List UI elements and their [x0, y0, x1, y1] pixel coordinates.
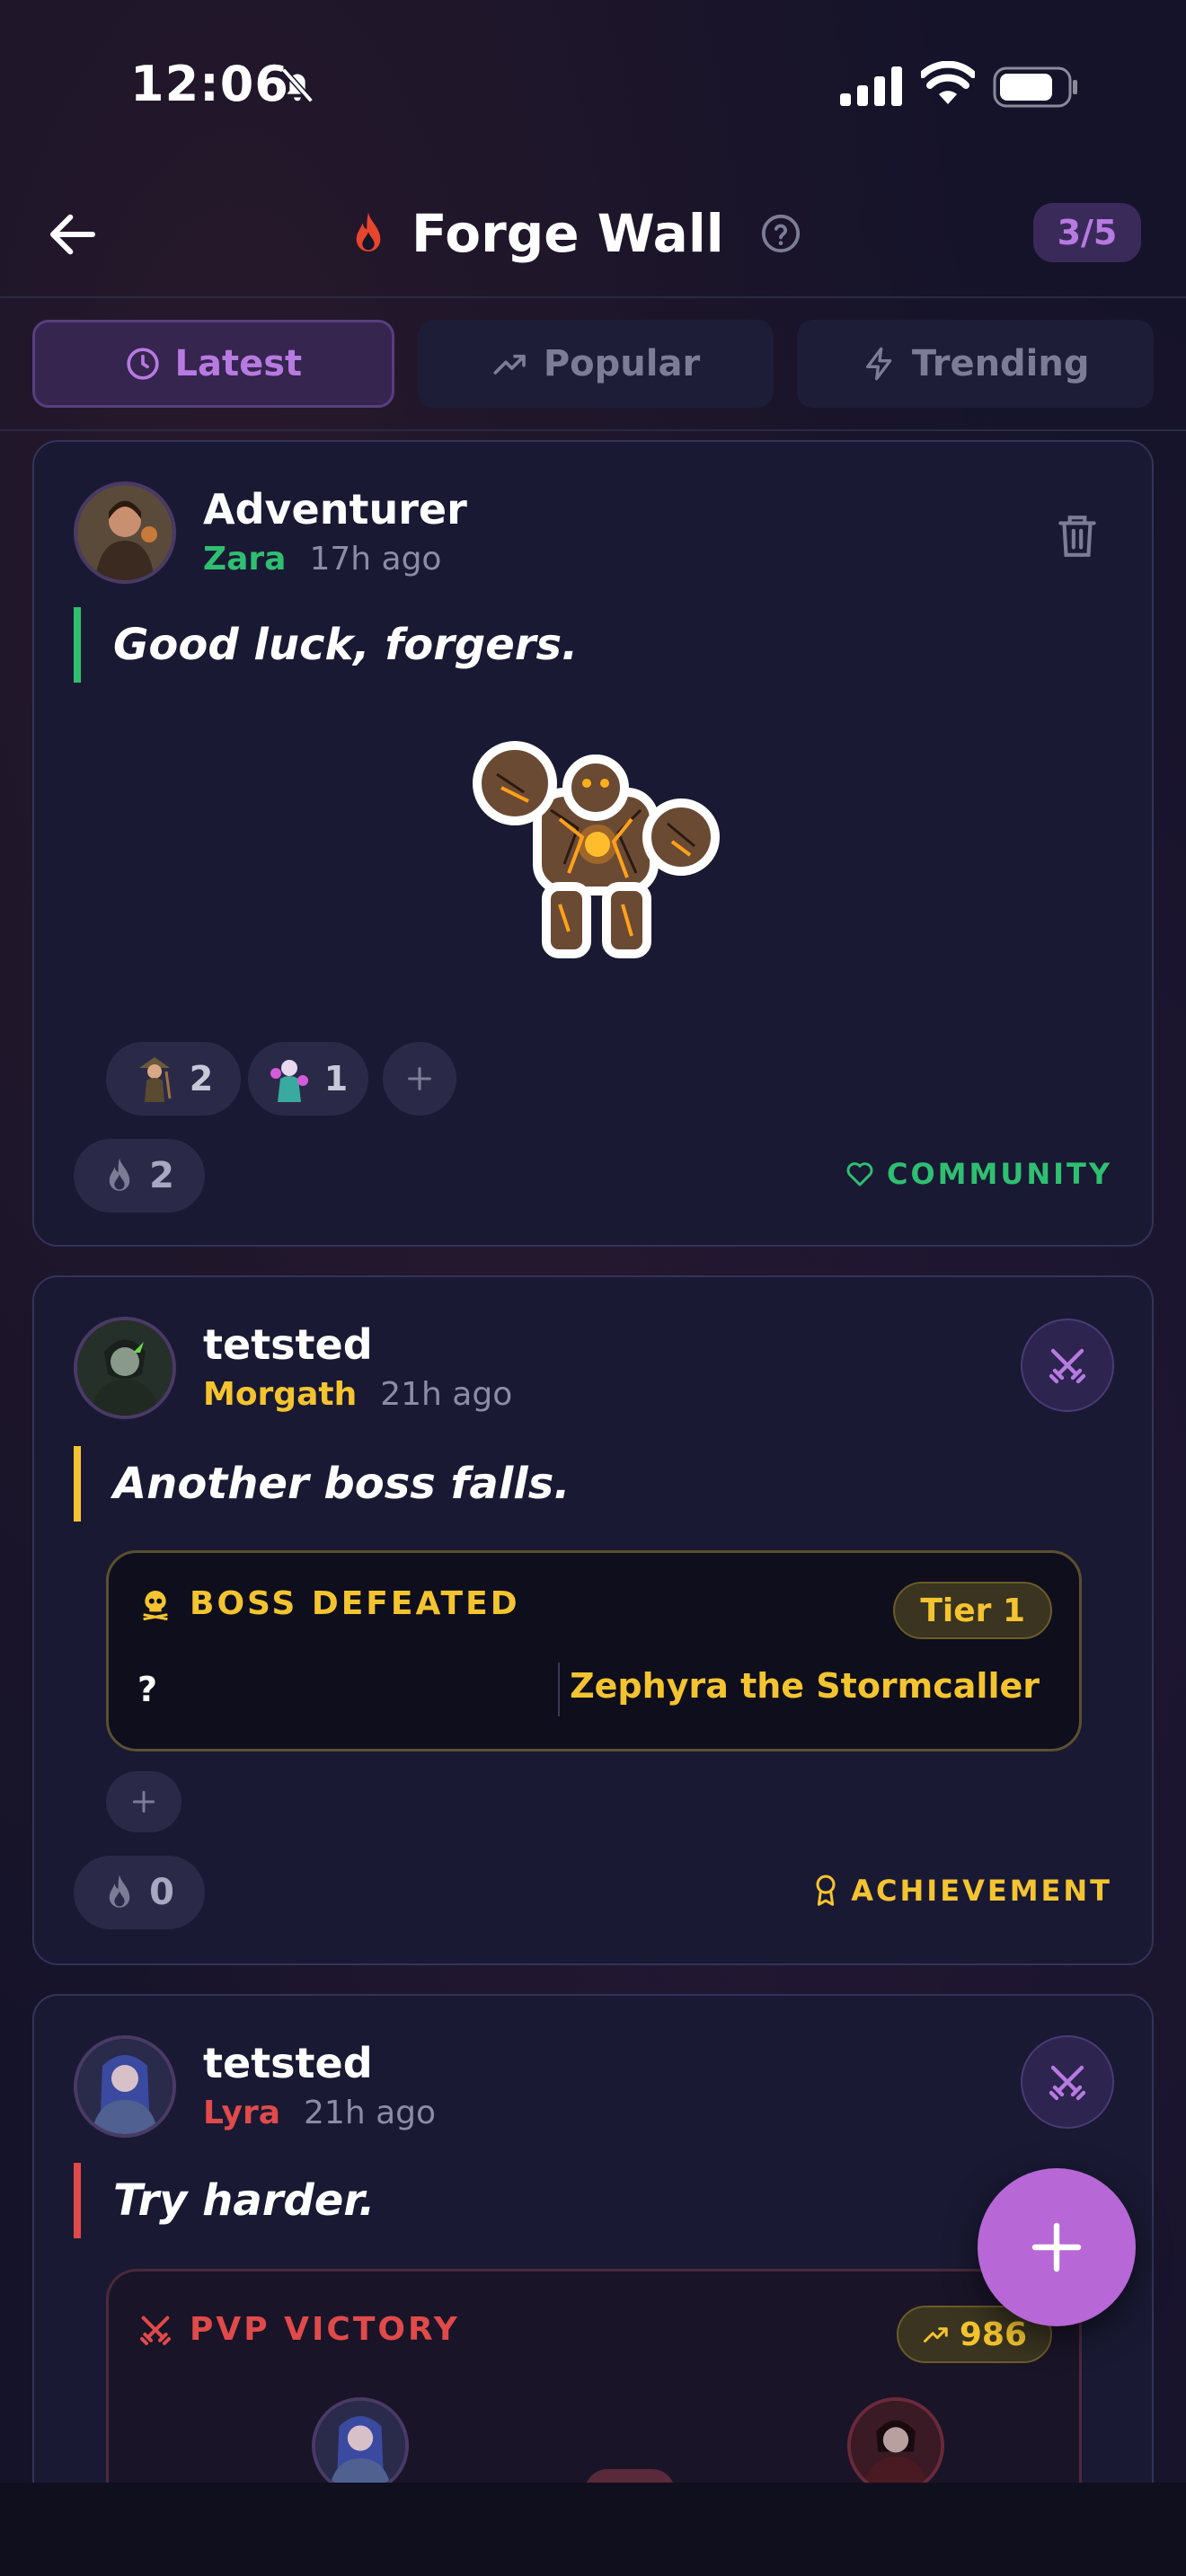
add-reaction-button[interactable] [383, 1042, 456, 1116]
new-post-button[interactable] [978, 2168, 1136, 2326]
pvp-title-label: PVP VICTORY [190, 2311, 460, 2348]
flame-icon [109, 1158, 130, 1191]
post-meta: Zara 17h ago [203, 541, 441, 578]
flame-icon [356, 212, 381, 251]
crossed-swords-icon [140, 2316, 171, 2345]
add-reaction-button[interactable] [106, 1771, 181, 1832]
category-tag: ACHIEVEMENT [813, 1874, 1112, 1908]
plus-icon [1031, 2222, 1082, 2272]
avatar[interactable] [74, 481, 176, 584]
golem-sticker [473, 741, 720, 958]
clock-icon [126, 348, 159, 380]
title-group: Forge Wall [350, 198, 801, 269]
boss-name: Zephyra the Stormcaller [570, 1666, 1040, 1706]
timestamp: 17h ago [309, 541, 442, 578]
reaction-count: 1 [323, 1059, 349, 1098]
tab-label: Latest [174, 343, 303, 384]
category-tag: COMMUNITY [845, 1157, 1112, 1191]
plus-icon [408, 1067, 431, 1090]
tab-latest[interactable]: Latest [32, 320, 394, 408]
winner-avatar[interactable] [312, 2397, 409, 2494]
challenge-button[interactable] [1021, 2035, 1114, 2129]
signal-icon [840, 66, 902, 106]
reaction-pill[interactable]: 2 [106, 1042, 241, 1116]
crossed-swords-icon [1049, 2065, 1086, 2101]
wifi-icon [921, 61, 975, 104]
character-name[interactable]: Zara [203, 541, 286, 578]
reaction-pill[interactable]: 1 [248, 1042, 368, 1116]
fire-count: 0 [149, 1872, 174, 1913]
tab-popular[interactable]: Popular [417, 320, 774, 408]
divider [558, 1663, 560, 1716]
crossed-swords-icon [1049, 1348, 1086, 1384]
battery-icon [993, 66, 1077, 108]
bell-muted-icon [281, 67, 314, 103]
back-arrow-icon[interactable] [43, 205, 102, 264]
avatar[interactable] [74, 1317, 176, 1419]
pvp-title: PVP VICTORY [137, 2311, 460, 2348]
username[interactable]: tetsted [203, 2039, 373, 2087]
adventurer-avatar-icon [77, 485, 173, 580]
plus-icon [132, 1790, 155, 1813]
boss-title-label: BOSS DEFEATED [190, 1585, 520, 1622]
character-name[interactable]: Lyra [203, 2095, 280, 2131]
post-quote: Try harder. [74, 2163, 375, 2238]
post-quote: Good luck, forgers. [74, 607, 578, 683]
skull-icon [143, 1590, 168, 1620]
boss-defeated-card: BOSS DEFEATED Tier 1 ? Zephyra the Storm… [106, 1550, 1082, 1751]
username[interactable]: Adventurer [203, 485, 467, 534]
ranger-avatar-icon [138, 1057, 172, 1102]
lyra-avatar-icon [77, 2039, 173, 2134]
category-label: COMMUNITY [886, 1157, 1112, 1191]
loser-avatar[interactable] [847, 2397, 944, 2494]
help-icon[interactable] [760, 213, 801, 254]
fire-count: 2 [149, 1155, 174, 1196]
post-meta: Lyra 21h ago [203, 2095, 436, 2131]
post-card: Adventurer Zara 17h ago Good luck, forge… [32, 440, 1154, 1247]
post-quote: Another boss falls. [74, 1446, 571, 1522]
progress-badge: 3/5 [1033, 203, 1141, 262]
tab-trending[interactable]: Trending [797, 320, 1155, 408]
status-bar: 12:06 [0, 0, 1186, 171]
timestamp: 21h ago [380, 1376, 513, 1413]
fire-reaction-button[interactable]: 0 [74, 1856, 205, 1929]
category-label: ACHIEVEMENT [851, 1874, 1112, 1908]
lyra-avatar-icon [315, 2401, 405, 2491]
rating-value: 986 [959, 2316, 1027, 2353]
heart-icon [846, 1162, 873, 1187]
post-card: tetsted Morgath 21h ago Another boss fal… [32, 1275, 1154, 1965]
timestamp: 21h ago [304, 2095, 437, 2131]
boss-title: BOSS DEFEATED [137, 1585, 520, 1622]
mage-avatar-icon [270, 1060, 308, 1102]
boss-unknown: ? [137, 1670, 158, 1709]
lightning-icon [865, 347, 892, 381]
tab-label: Popular [543, 343, 701, 384]
vampire-avatar-icon [851, 2401, 941, 2491]
tier-badge: Tier 1 [893, 1582, 1052, 1639]
warlock-avatar-icon [77, 1320, 173, 1416]
post-meta: Morgath 21h ago [203, 1376, 512, 1413]
trending-up-icon [493, 354, 526, 375]
page-title: Forge Wall [412, 203, 724, 264]
feed-tabs: Latest Popular Trending [32, 320, 1155, 408]
flame-icon [109, 1875, 130, 1908]
pvp-victory-card: PVP VICTORY 986 [106, 2269, 1082, 2514]
trending-up-icon [923, 2327, 948, 2342]
status-time: 12:06 [130, 56, 289, 112]
bottom-bar [0, 2483, 1186, 2576]
challenge-button[interactable] [1021, 1319, 1114, 1412]
tab-label: Trending [911, 343, 1090, 384]
tabs-divider [0, 429, 1186, 431]
username[interactable]: tetsted [203, 1320, 373, 1369]
app-header: Forge Wall 3/5 [0, 171, 1186, 298]
fire-reaction-button[interactable]: 2 [74, 1139, 205, 1213]
character-name[interactable]: Morgath [203, 1376, 357, 1413]
award-icon [816, 1875, 836, 1906]
trash-icon[interactable] [1055, 512, 1100, 560]
reaction-count: 2 [189, 1059, 214, 1098]
avatar[interactable] [74, 2035, 176, 2138]
